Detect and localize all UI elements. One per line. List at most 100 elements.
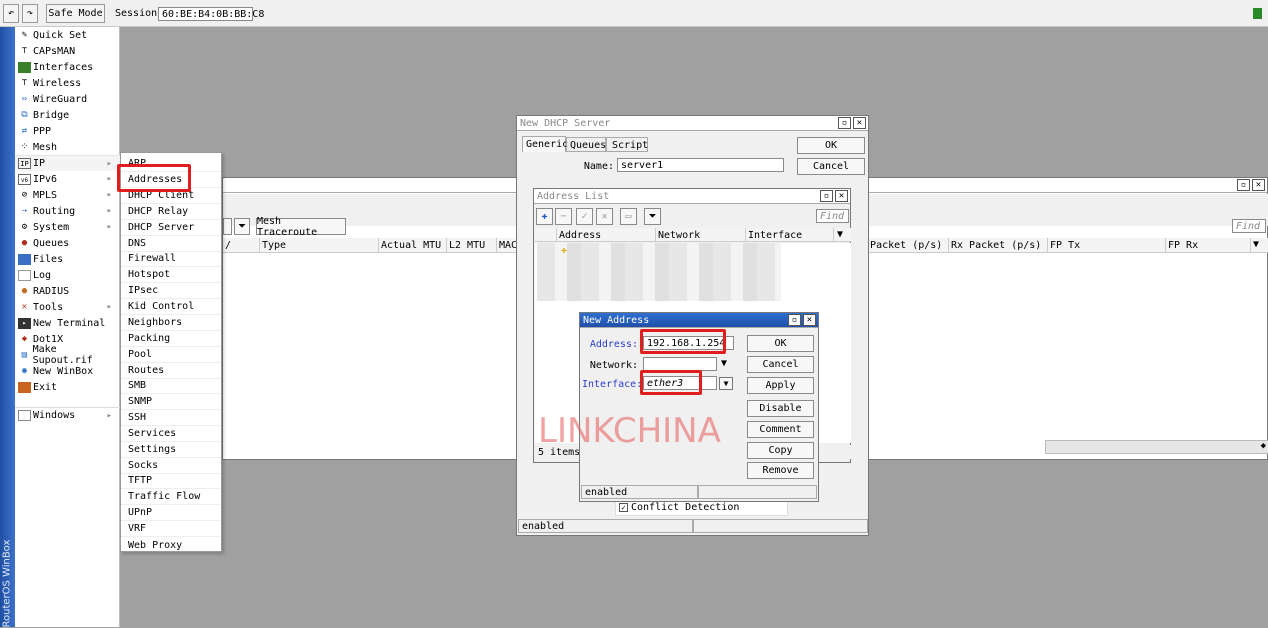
column-header-fp-rx[interactable]: FP Rx: [1166, 238, 1251, 252]
menu-item-queues[interactable]: ● Queues: [15, 235, 120, 251]
submenu-item-snmp[interactable]: SNMP: [121, 394, 221, 410]
menu-item-wireguard[interactable]: ⇔ WireGuard: [15, 91, 120, 107]
comment-button[interactable]: Comment: [747, 421, 814, 438]
scroll-arrows-icon[interactable]: ◆: [1261, 441, 1266, 451]
submenu-item-dns[interactable]: DNS: [121, 236, 221, 252]
menu-item-wireless[interactable]: ⊤ Wireless: [15, 75, 120, 91]
submenu-item-packing[interactable]: Packing: [121, 331, 221, 347]
submenu-item-dhcp-server[interactable]: DHCP Server: [121, 220, 221, 236]
redo-icon[interactable]: ↷: [22, 4, 38, 23]
menu-item-make-supout[interactable]: ▤ Make Supout.rif: [15, 344, 120, 366]
column-header-actual-mtu[interactable]: Actual MTU: [379, 238, 447, 252]
submenu-item-traffic-flow[interactable]: Traffic Flow: [121, 489, 221, 505]
top-toolbar: ↶ ↷ Safe Mode Session: 60:BE:B4:0B:BB:C8: [0, 0, 1268, 27]
ok-button[interactable]: OK: [797, 137, 865, 154]
network-dropdown-icon[interactable]: ▼: [721, 358, 727, 369]
menu-item-ppp[interactable]: ⇄ PPP: [15, 123, 120, 139]
ok-button[interactable]: OK: [747, 335, 814, 352]
submenu-item-kid-control[interactable]: Kid Control: [121, 299, 221, 315]
menu-item-exit[interactable]: Exit: [15, 379, 120, 395]
menu-item-ipv6[interactable]: v6 IPv6 ▸: [15, 171, 120, 187]
name-input[interactable]: server1: [617, 158, 784, 172]
cancel-button[interactable]: Cancel: [797, 158, 865, 175]
maximize-icon[interactable]: ▫: [1237, 179, 1250, 191]
submenu-item-tftp[interactable]: TFTP: [121, 473, 221, 489]
safe-mode-button[interactable]: Safe Mode: [46, 4, 105, 23]
menu-item-windows[interactable]: Windows ▸: [15, 407, 120, 423]
menu-item-files[interactable]: Files: [15, 251, 120, 267]
tab-script[interactable]: Script: [606, 137, 648, 152]
tab-generic[interactable]: Generic: [522, 136, 568, 152]
menu-item-system[interactable]: ⚙ System ▸: [15, 219, 120, 235]
column-header-interface[interactable]: Interface: [746, 228, 834, 242]
toolbar-button-partial[interactable]: [223, 218, 232, 235]
comment-icon[interactable]: ▭: [620, 208, 637, 225]
menu-item-new-terminal[interactable]: ▸ New Terminal: [15, 315, 120, 331]
maximize-icon[interactable]: ▫: [788, 314, 801, 326]
menu-item-new-winbox[interactable]: ◉ New WinBox: [15, 363, 120, 379]
session-field[interactable]: 60:BE:B4:0B:BB:C8: [158, 7, 264, 21]
submenu-item-routes[interactable]: Routes: [121, 363, 221, 379]
menu-item-mesh[interactable]: ⁘ Mesh: [15, 139, 120, 155]
column-menu-icon[interactable]: ▼: [1253, 239, 1259, 250]
find-field[interactable]: Find: [1232, 219, 1266, 233]
menu-item-ip[interactable]: IP IP ▸: [15, 155, 120, 171]
menu-item-interfaces[interactable]: Interfaces: [15, 59, 120, 75]
menu-item-routing[interactable]: ⇢ Routing ▸: [15, 203, 120, 219]
maximize-icon[interactable]: ▫: [820, 190, 833, 202]
column-header-address[interactable]: Address: [557, 228, 656, 242]
menu-item-mpls[interactable]: ⊘ MPLS ▸: [15, 187, 120, 203]
submenu-item-vrf[interactable]: VRF: [121, 521, 221, 537]
submenu-item-web-proxy[interactable]: Web Proxy: [121, 537, 221, 553]
menu-item-quick-set[interactable]: ✎ Quick Set: [15, 27, 120, 43]
horizontal-scrollbar[interactable]: ◆: [1045, 440, 1268, 454]
filter-icon[interactable]: ⏷: [644, 208, 661, 225]
disable-icon[interactable]: ✕: [596, 208, 613, 225]
enable-icon[interactable]: ✓: [576, 208, 593, 225]
submenu-item-dhcp-relay[interactable]: DHCP Relay: [121, 204, 221, 220]
network-input[interactable]: [643, 357, 717, 371]
disable-button[interactable]: Disable: [747, 400, 814, 417]
menu-item-capsman[interactable]: ⊤ CAPsMAN: [15, 43, 120, 59]
undo-icon[interactable]: ↶: [3, 4, 19, 23]
interface-dropdown-icon[interactable]: ▼: [719, 377, 733, 390]
submenu-item-upnp[interactable]: UPnP: [121, 505, 221, 521]
submenu-item-ssh[interactable]: SSH: [121, 410, 221, 426]
cancel-button[interactable]: Cancel: [747, 356, 814, 373]
column-menu-icon[interactable]: ▼: [837, 229, 843, 240]
column-header-rx-packet[interactable]: Rx Packet (p/s): [949, 238, 1048, 252]
close-icon[interactable]: ✕: [803, 314, 816, 326]
tab-queues[interactable]: Queues: [566, 137, 606, 152]
submenu-item-settings[interactable]: Settings: [121, 442, 221, 458]
add-icon[interactable]: ✚: [536, 208, 553, 225]
find-field[interactable]: Find: [816, 209, 849, 223]
new-address-status: enabled: [581, 485, 698, 499]
column-header-l2-mtu[interactable]: L2 MTU: [447, 238, 497, 252]
remove-button[interactable]: Remove: [747, 462, 814, 479]
submenu-item-smb[interactable]: SMB: [121, 378, 221, 394]
submenu-item-ipsec[interactable]: IPsec: [121, 283, 221, 299]
close-icon[interactable]: ✕: [1252, 179, 1265, 191]
copy-button[interactable]: Copy: [747, 442, 814, 459]
close-icon[interactable]: ✕: [835, 190, 848, 202]
column-header-type[interactable]: Type: [260, 238, 379, 252]
apply-button[interactable]: Apply: [747, 377, 814, 394]
maximize-icon[interactable]: ▫: [838, 117, 851, 129]
submenu-item-socks[interactable]: Socks: [121, 458, 221, 474]
menu-item-radius[interactable]: ● RADIUS: [15, 283, 120, 299]
submenu-item-services[interactable]: Services: [121, 426, 221, 442]
menu-item-bridge[interactable]: ⧉ Bridge: [15, 107, 120, 123]
submenu-item-neighbors[interactable]: Neighbors: [121, 315, 221, 331]
submenu-item-hotspot[interactable]: Hotspot: [121, 267, 221, 283]
column-header-fp-tx[interactable]: FP Tx: [1048, 238, 1166, 252]
remove-icon[interactable]: −: [555, 208, 572, 225]
mesh-traceroute-button[interactable]: Mesh Traceroute: [256, 216, 346, 238]
filter-icon[interactable]: ⏷: [234, 218, 250, 235]
menu-item-log[interactable]: Log: [15, 267, 120, 283]
submenu-item-firewall[interactable]: Firewall: [121, 251, 221, 267]
close-icon[interactable]: ✕: [853, 117, 866, 129]
column-header-network[interactable]: Network: [656, 228, 746, 242]
winbox-icon: ◉: [21, 365, 28, 376]
menu-item-tools[interactable]: ✕ Tools ▸: [15, 299, 120, 315]
submenu-item-pool[interactable]: Pool: [121, 347, 221, 363]
